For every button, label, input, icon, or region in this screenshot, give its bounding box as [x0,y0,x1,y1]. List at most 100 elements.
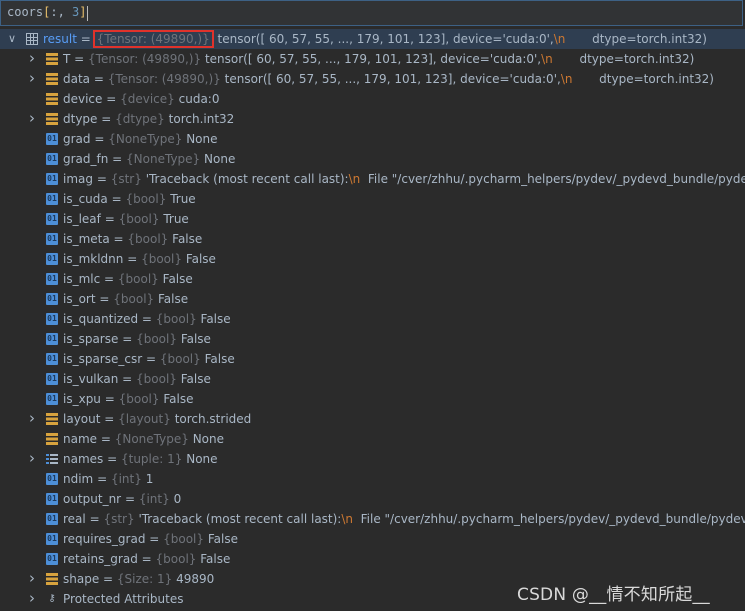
equals-sign: = [100,412,119,426]
chevron-right-icon[interactable]: › [26,49,38,69]
variable-value: False [207,532,238,546]
variable-type: {Tensor: (49890,)} [88,52,202,66]
variable-value: tensor([ 60, 57, 55, ..., 179, 101, 123]… [204,52,542,66]
variable-type: {NoneType} [114,432,189,446]
variable-row[interactable]: is_sparse_csr = {bool} False [0,349,745,369]
variable-entry: is_sparse = {bool} False [63,329,211,349]
variable-name: device [63,92,103,106]
variable-row[interactable]: retains_grad = {bool} False [0,549,745,569]
variable-row[interactable]: is_sparse = {bool} False [0,329,745,349]
variable-row[interactable]: › dtype = {dtype} torch.int32 [0,109,745,129]
variable-row[interactable]: device = {device} cuda:0 [0,89,745,109]
variable-type: {str} [110,172,142,186]
variable-name: is_vulkan [63,372,119,386]
chevron-right-icon[interactable]: › [26,69,38,89]
chevron-right-icon[interactable]: › [26,589,38,609]
chevron-right-icon[interactable]: › [26,109,38,129]
variable-type: {NoneType} [108,132,183,146]
variable-type: {Size: 1} [116,572,173,586]
variable-name: shape [63,572,100,586]
variable-entry: names = {tuple: 1} None [63,449,218,469]
variable-type: {bool} [117,272,159,286]
watermark: CSDN @__情不知所起__ [517,585,710,605]
equals-sign: = [93,172,111,186]
variable-row[interactable]: is_quantized = {bool} False [0,309,745,329]
variable-name: Protected Attributes [63,592,184,606]
variable-entry: is_ort = {bool} False [63,289,188,309]
variable-entry: imag = {str} 'Traceback (most recent cal… [63,169,745,189]
variable-value: torch.int32 [168,112,235,126]
escape-sequence: \n [341,512,354,526]
variable-row[interactable]: requires_grad = {bool} False [0,529,745,549]
list-icon [46,453,58,465]
variable-row[interactable]: ndim = {int} 1 [0,469,745,489]
variable-row[interactable]: is_meta = {bool} False [0,229,745,249]
variable-type: {dtype} [115,112,165,126]
variable-entry: name = {NoneType} None [63,429,224,449]
variable-entry: is_sparse_csr = {bool} False [63,349,235,369]
variable-entry: output_nr = {int} 0 [63,489,181,509]
equals-sign: = [100,272,118,286]
variable-value: 49890 [176,572,215,586]
variable-type: {bool} [163,532,205,546]
expression-input[interactable]: coors[:, 3] [0,0,743,26]
variable-entry: layout = {layout} torch.strided [63,409,251,429]
variable-entry: grad = {NoneType} None [63,129,218,149]
field-icon [46,233,58,245]
variable-name: is_xpu [63,392,101,406]
equals-sign: = [118,332,137,346]
variable-value-tail: dtype=torch.int32) [572,72,714,86]
stack-icon [46,113,58,125]
variable-row[interactable]: real = {str} 'Traceback (most recent cal… [0,509,745,529]
equals-sign: = [95,292,114,306]
variable-name: output_nr [63,492,122,506]
equals-sign: = [108,152,127,166]
chevron-down-icon[interactable]: ∨ [6,29,18,49]
variable-row[interactable]: ∨ result = {Tensor: (49890,)} tensor([ 60… [0,29,745,49]
variable-row[interactable]: output_nr = {int} 0 [0,489,745,509]
variable-row[interactable]: is_ort = {bool} False [0,289,745,309]
variable-row[interactable]: is_leaf = {bool} True [0,209,745,229]
escape-sequence: \n [541,52,553,66]
variable-entry: is_leaf = {bool} True [63,209,189,229]
variable-row[interactable]: grad_fn = {NoneType} None [0,149,745,169]
field-icon [46,493,58,505]
equals-sign: = [145,532,164,546]
field-icon [46,193,58,205]
chevron-right-icon[interactable]: › [26,569,38,589]
variable-name: is_quantized [63,312,139,326]
highlight-box: {Tensor: (49890,)} [92,30,214,48]
field-icon [46,513,58,525]
variable-value: 1 [145,472,154,486]
variable-row[interactable]: › layout = {layout} torch.strided [0,409,745,429]
variable-name: is_ort [63,292,96,306]
variable-type: {bool} [136,332,177,346]
variable-row[interactable]: is_mkldnn = {bool} False [0,249,745,269]
variable-row[interactable]: imag = {str} 'Traceback (most recent cal… [0,169,745,189]
variable-name: is_sparse [63,332,119,346]
variable-name: is_sparse_csr [63,352,143,366]
variable-row[interactable]: grad = {NoneType} None [0,129,745,149]
variable-type: {bool} [136,372,177,386]
equals-sign: = [109,232,128,246]
escape-sequence: \n [560,72,573,86]
variable-row[interactable]: name = {NoneType} None [0,429,745,449]
variable-name: retains_grad [63,552,138,566]
variable-value: None [192,432,224,446]
variable-row[interactable]: is_xpu = {bool} False [0,389,745,409]
variable-value: tensor([ 60, 57, 55, ..., 179, 101, 123]… [217,32,554,46]
chevron-right-icon[interactable]: › [26,409,38,429]
equals-sign: = [85,512,104,526]
equals-sign: = [97,112,116,126]
variable-row[interactable]: › names = {tuple: 1} None [0,449,745,469]
variable-row[interactable]: › T = {Tensor: (49890,)} tensor([ 60, 57,… [0,49,745,69]
variable-entry: result = {Tensor: (49890,)} tensor([ 60,… [43,29,707,49]
variable-row[interactable]: › data = {Tensor: (49890,)} tensor([ 60, … [0,69,745,89]
variable-row[interactable]: is_cuda = {bool} True [0,189,745,209]
field-icon [46,253,58,265]
variable-row[interactable]: is_vulkan = {bool} False [0,369,745,389]
variable-row[interactable]: is_mlc = {bool} False [0,269,745,289]
stack-icon [46,53,58,65]
chevron-right-icon[interactable]: › [26,449,38,469]
variable-type: {bool} [113,292,155,306]
